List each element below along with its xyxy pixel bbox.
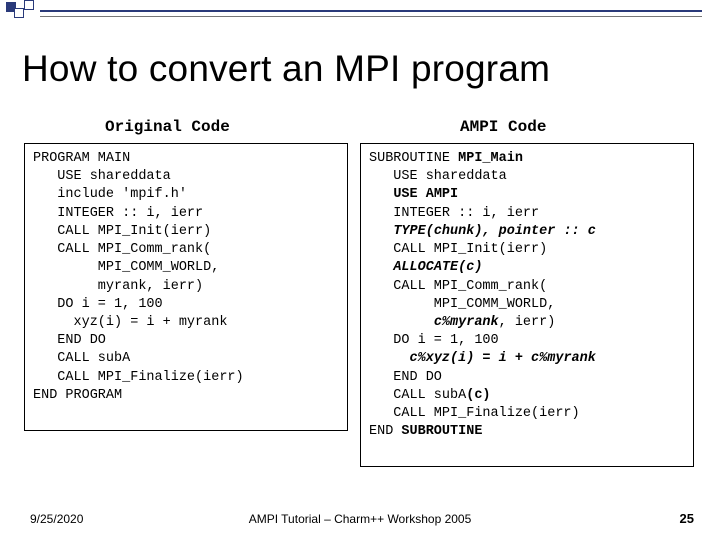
header-decoration (0, 0, 720, 22)
code-box-ampi: SUBROUTINE MPI_Main USE shareddata USE A… (360, 143, 694, 467)
footer-center: AMPI Tutorial – Charm++ Workshop 2005 (0, 512, 720, 526)
footer: 9/25/2020 AMPI Tutorial – Charm++ Worksh… (0, 506, 720, 526)
heading-original-code: Original Code (105, 118, 230, 136)
slide-title: How to convert an MPI program (22, 48, 700, 90)
code-box-original: PROGRAM MAIN USE shareddata include 'mpi… (24, 143, 348, 431)
heading-ampi-code: AMPI Code (460, 118, 546, 136)
footer-page-number: 25 (680, 511, 694, 526)
